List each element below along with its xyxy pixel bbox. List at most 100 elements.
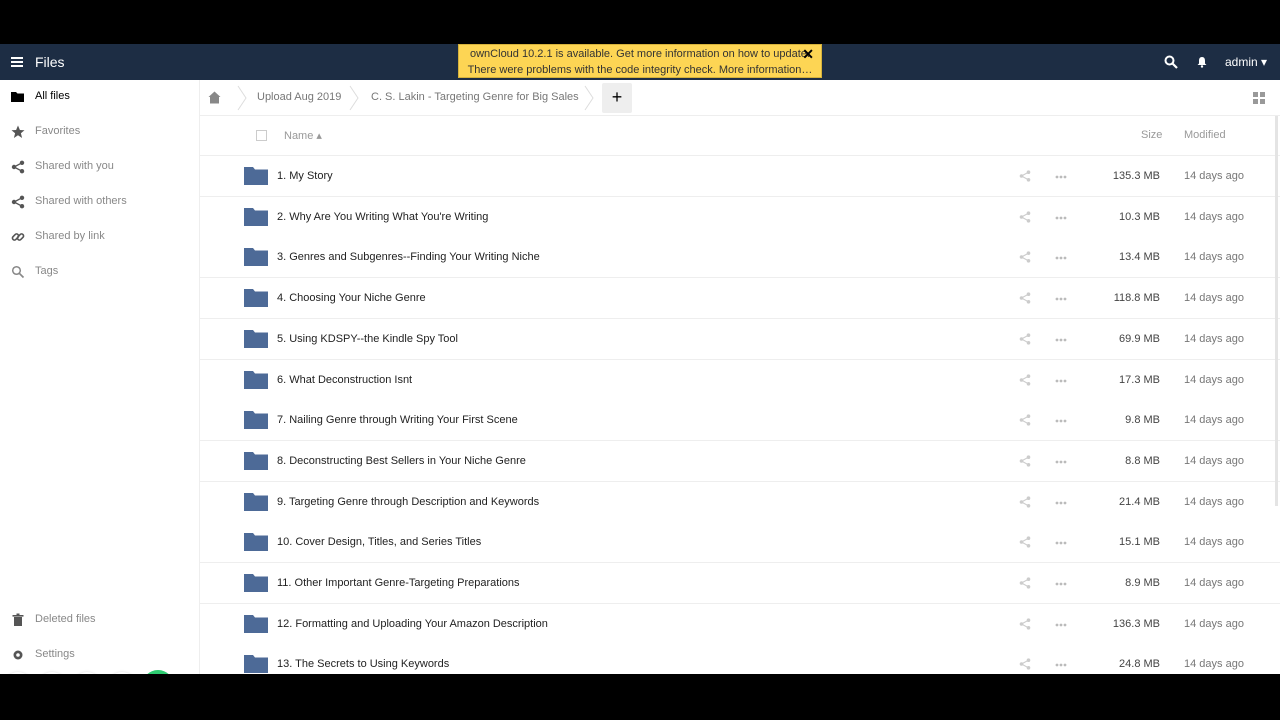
share-icon[interactable] <box>1019 618 1031 630</box>
recorder-options-button[interactable] <box>4 672 32 674</box>
folder-icon[interactable] <box>244 329 268 349</box>
folder-icon[interactable] <box>244 410 268 430</box>
file-row[interactable]: 10. Cover Design, Titles, and Series Tit… <box>200 522 1280 563</box>
recorder-pause-button[interactable] <box>108 672 136 674</box>
share-icon[interactable] <box>1019 170 1031 182</box>
file-row[interactable]: 5. Using KDSPY--the Kindle Spy Tool 69.9 … <box>200 319 1280 360</box>
more-actions-icon[interactable] <box>1055 256 1067 260</box>
more-actions-icon[interactable] <box>1055 541 1067 545</box>
more-actions-icon[interactable] <box>1055 663 1067 667</box>
file-row[interactable]: 11. Other Important Genre-Targeting Prep… <box>200 563 1280 604</box>
file-row[interactable]: 2. Why Are You Writing What You're Writi… <box>200 197 1280 238</box>
more-actions-icon[interactable] <box>1055 460 1067 464</box>
share-icon[interactable] <box>1019 496 1031 508</box>
size-column-header[interactable]: Size <box>1141 129 1162 141</box>
file-row[interactable]: 3. Genres and Subgenres--Finding Your Wr… <box>200 237 1280 278</box>
share-icon[interactable] <box>1019 374 1031 386</box>
more-actions-icon[interactable] <box>1055 501 1067 505</box>
file-row[interactable]: 9. Targeting Genre through Description a… <box>200 482 1280 523</box>
file-row[interactable]: 4. Choosing Your Niche Genre 118.8 MB 14 d… <box>200 278 1280 319</box>
sidebar-item-label: Favorites <box>35 125 81 137</box>
folder-icon[interactable] <box>244 207 268 227</box>
folder-icon[interactable] <box>244 166 268 186</box>
more-actions-icon[interactable] <box>1055 623 1067 627</box>
folder-icon[interactable] <box>244 370 268 390</box>
menu-icon[interactable] <box>11 56 23 68</box>
file-row[interactable]: 6. What Deconstruction Isnt 17.3 MB 14 day… <box>200 360 1280 401</box>
grid-view-icon[interactable] <box>1253 92 1265 104</box>
share-icon[interactable] <box>1019 658 1031 670</box>
integrity-notice-text[interactable]: There were problems with the code integr… <box>459 62 821 78</box>
folder-icon[interactable] <box>244 532 268 552</box>
file-name[interactable]: 1. My Story <box>277 170 333 182</box>
file-modified: 14 days ago <box>1184 374 1244 386</box>
file-name[interactable]: 7. Nailing Genre through Writing Your Fi… <box>277 414 518 426</box>
folder-icon[interactable] <box>244 492 268 512</box>
share-icon[interactable] <box>1019 211 1031 223</box>
file-name[interactable]: 13. The Secrets to Using Keywords <box>277 658 449 670</box>
file-name[interactable]: 8. Deconstructing Best Sellers in Your N… <box>277 455 526 467</box>
file-name[interactable]: 6. What Deconstruction Isnt <box>277 374 412 386</box>
folder-icon[interactable] <box>244 654 268 674</box>
recorder-webcam-button[interactable] <box>38 672 66 674</box>
file-row[interactable]: 8. Deconstructing Best Sellers in Your N… <box>200 441 1280 482</box>
more-actions-icon[interactable] <box>1055 419 1067 423</box>
file-row[interactable]: 7. Nailing Genre through Writing Your Fi… <box>200 400 1280 441</box>
modified-column-header[interactable]: Modified <box>1184 129 1226 141</box>
sidebar-item-shared-with-others[interactable]: Shared with others <box>0 185 200 220</box>
share-icon[interactable] <box>1019 414 1031 426</box>
sidebar-item-shared-with-you[interactable]: Shared with you <box>0 150 200 185</box>
file-name[interactable]: 4. Choosing Your Niche Genre <box>277 292 426 304</box>
file-name[interactable]: 9. Targeting Genre through Description a… <box>277 496 539 508</box>
sidebar-item-all-files[interactable]: All files <box>0 80 200 115</box>
share-icon[interactable] <box>1019 455 1031 467</box>
more-actions-icon[interactable] <box>1055 297 1067 301</box>
update-notice-text[interactable]: ownCloud 10.2.1 is available. Get more i… <box>459 46 821 62</box>
share-icon[interactable] <box>1019 333 1031 345</box>
file-name[interactable]: 11. Other Important Genre-Targeting Prep… <box>277 577 520 589</box>
share-icon[interactable] <box>1019 251 1031 263</box>
folder-icon[interactable] <box>244 247 268 267</box>
more-actions-icon[interactable] <box>1055 338 1067 342</box>
more-actions-icon[interactable] <box>1055 175 1067 179</box>
close-icon[interactable]: ✕ <box>802 46 814 62</box>
breadcrumb-item[interactable]: Upload Aug 2019 <box>257 91 341 103</box>
share-icon[interactable] <box>1019 577 1031 589</box>
sidebar-item-tags[interactable]: Tags <box>0 255 200 290</box>
share-icon[interactable] <box>1019 292 1031 304</box>
scrollbar[interactable] <box>1275 116 1278 506</box>
select-all-checkbox[interactable] <box>256 130 267 141</box>
more-actions-icon[interactable] <box>1055 582 1067 586</box>
sidebar-item-deleted-files[interactable]: Deleted files <box>0 603 200 638</box>
file-name[interactable]: 5. Using KDSPY--the Kindle Spy Tool <box>277 333 458 345</box>
file-name[interactable]: 2. Why Are You Writing What You're Writi… <box>277 211 488 223</box>
file-name[interactable]: 12. Formatting and Uploading Your Amazon… <box>277 618 548 630</box>
user-menu[interactable]: admin ▾ <box>1225 55 1267 69</box>
folder-icon[interactable] <box>244 614 268 634</box>
more-actions-icon[interactable] <box>1055 379 1067 383</box>
sidebar-item-favorites[interactable]: Favorites <box>0 115 200 150</box>
breadcrumb-item[interactable]: C. S. Lakin - Targeting Genre for Big Sa… <box>371 91 579 103</box>
folder-icon[interactable] <box>244 451 268 471</box>
share-icon[interactable] <box>1019 536 1031 548</box>
recorder-cancel-button[interactable] <box>73 672 101 674</box>
app-title[interactable]: Files <box>35 54 65 70</box>
file-name[interactable]: 3. Genres and Subgenres--Finding Your Wr… <box>277 251 540 263</box>
sidebar-item-shared-by-link[interactable]: Shared by link <box>0 220 200 255</box>
new-button[interactable]: + <box>602 83 632 113</box>
search-icon[interactable] <box>1164 55 1178 69</box>
folder-icon[interactable] <box>244 573 268 593</box>
sidebar-item-label: Settings <box>35 648 75 660</box>
recorder-done-button[interactable] <box>142 670 174 674</box>
file-row[interactable]: 13. The Secrets to Using Keywords 24.8 MB… <box>200 644 1280 674</box>
name-column-header[interactable]: Name ▴ <box>284 129 322 142</box>
file-row[interactable]: 12. Formatting and Uploading Your Amazon… <box>200 604 1280 645</box>
sidebar-item-label: Tags <box>35 265 59 277</box>
folder-icon[interactable] <box>244 288 268 308</box>
sidebar-item-settings[interactable]: Settings <box>0 638 200 673</box>
file-row[interactable]: 1. My Story 135.3 MB 14 days ago <box>200 156 1280 197</box>
bell-icon[interactable] <box>1196 56 1208 68</box>
home-icon[interactable] <box>208 91 221 104</box>
more-actions-icon[interactable] <box>1055 216 1067 220</box>
file-name[interactable]: 10. Cover Design, Titles, and Series Tit… <box>277 536 481 548</box>
